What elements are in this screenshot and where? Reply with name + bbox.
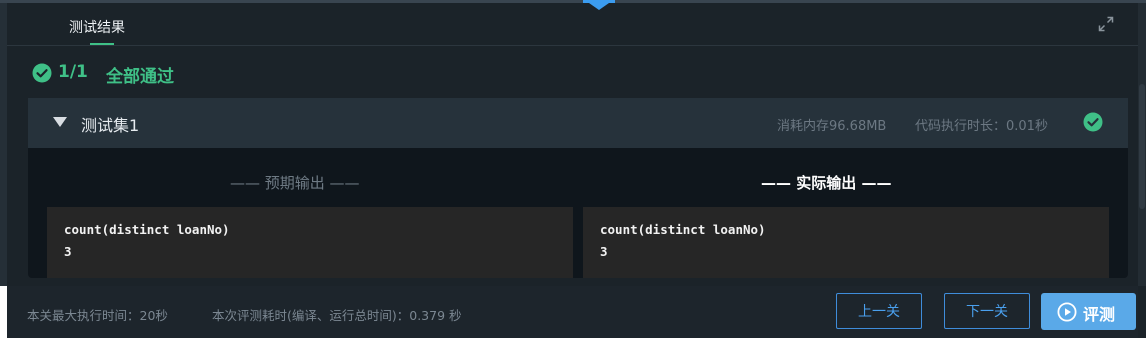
scrollbar-thumb[interactable] [1139, 84, 1145, 209]
max-execution-time: 本关最大执行时间：20秒 [27, 308, 168, 323]
next-level-button[interactable]: 下一关 [944, 293, 1030, 329]
pass-count: 1/1 [58, 62, 88, 82]
evaluate-label: 评测 [1083, 305, 1116, 324]
output-comparison: —— 预期输出 —— —— 实际输出 —— count(distinct loa… [28, 148, 1128, 278]
memory-usage: 消耗内存96.68MB [777, 119, 887, 134]
check-circle-icon [32, 63, 52, 83]
left-gap [0, 286, 7, 338]
expand-icon[interactable] [1097, 15, 1115, 33]
test-set-header[interactable]: 测试集1 消耗内存96.68MB 代码执行时长：0.01秒 [28, 98, 1128, 148]
play-circle-icon [1057, 302, 1077, 322]
panel-header: 测试结果 [7, 3, 1138, 46]
check-circle-icon [1083, 112, 1103, 132]
expected-output-line: count(distinct loanNo) [64, 222, 230, 237]
test-set-name: 测试集1 [81, 116, 140, 135]
evaluation-time: 本次评测耗时(编译、运行总时间)：0.379 秒 [212, 308, 462, 323]
prev-level-button[interactable]: 上一关 [836, 293, 922, 329]
tab-active-indicator [90, 43, 114, 45]
caret-down-icon[interactable] [53, 117, 67, 127]
test-result-panel: 测试结果 1/1 全部通过 测试集1 消耗内存96.68MB 代码执行时长：0.… [0, 0, 1146, 338]
tab-test-result[interactable]: 测试结果 [69, 17, 125, 37]
evaluate-button[interactable]: 评测 [1041, 293, 1136, 330]
expected-output-line: 3 [64, 244, 72, 259]
actual-output-title: —— 实际输出 —— [761, 174, 892, 192]
expected-output-title: —— 预期输出 —— [230, 174, 360, 192]
actual-output-box: count(distinct loanNo) 3 [583, 207, 1109, 278]
execution-time: 代码执行时长：0.01秒 [915, 119, 1048, 134]
actual-output-line: 3 [600, 244, 608, 259]
footer-bar: 本关最大执行时间：20秒 本次评测耗时(编译、运行总时间)：0.379 秒 上一… [7, 286, 1138, 338]
pass-status: 全部通过 [106, 67, 174, 87]
expected-output-box: count(distinct loanNo) 3 [47, 207, 573, 278]
actual-output-line: count(distinct loanNo) [600, 222, 766, 237]
left-edge [0, 3, 7, 286]
